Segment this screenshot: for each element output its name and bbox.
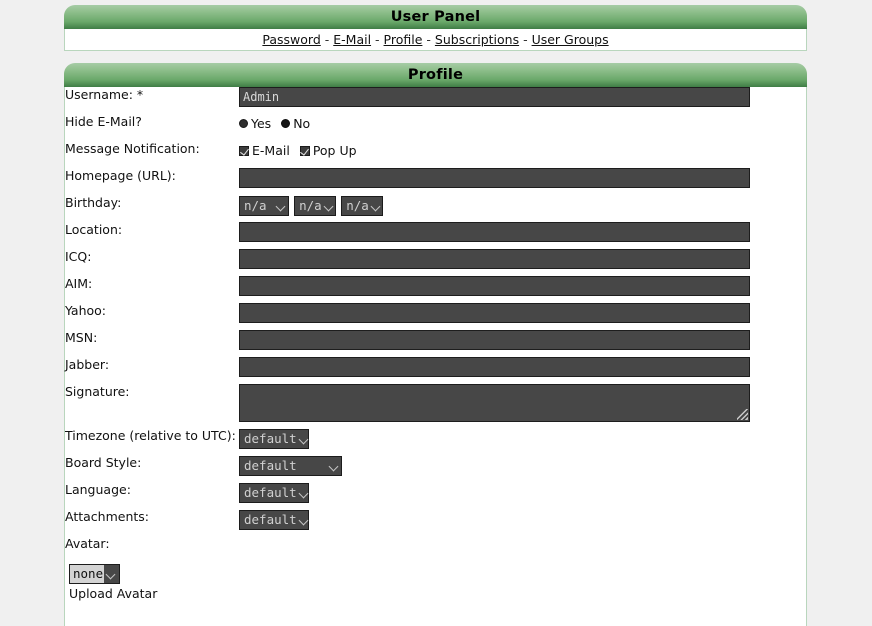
board-style-value: default [244,457,297,475]
board-style-select[interactable]: default [239,456,342,476]
language-select[interactable]: default [239,483,309,503]
jabber-input[interactable] [239,357,750,377]
signature-label: Signature: [65,384,239,428]
birthday-month-value: n/a [299,197,322,215]
timezone-select[interactable]: default [239,429,309,449]
resize-grip-icon[interactable] [737,409,748,420]
profile-panel-title: Profile [64,63,807,87]
icq-label: ICQ: [65,249,239,276]
notify-popup-checkbox[interactable] [300,146,310,156]
nav-separator: - [375,32,380,47]
form-row-aim: AIM: [65,276,806,303]
form-row-message-notification: Message Notification: E-Mail Pop Up [65,141,806,168]
birthday-day-select[interactable]: n/a [239,196,289,216]
aim-label: AIM: [65,276,239,303]
chevron-down-icon [372,201,380,210]
notify-email-label: E-Mail [252,143,290,158]
nav-link-subscriptions[interactable]: Subscriptions [435,32,519,47]
chevron-down-icon [325,201,333,210]
form-row-timezone: Timezone (relative to UTC): default [65,428,806,455]
attachments-label: Attachments: [65,509,239,536]
timezone-label: Timezone (relative to UTC): [65,428,239,455]
form-row-username: Username: * [65,87,806,114]
form-row-location: Location: [65,222,806,249]
message-notification-checkbox-group: E-Mail Pop Up [239,141,806,161]
username-label: Username: * [65,87,239,114]
chevron-down-icon [300,488,306,497]
profile-panel: Profile Username: * Hide E-Mail? Yes No [64,63,807,626]
hide-email-radio-group: Yes No [239,114,806,134]
form-row-msn: MSN: [65,330,806,357]
avatar-value: none [70,565,104,583]
nav-separator: - [523,32,528,47]
attachments-value: default [244,511,297,529]
message-notification-label: Message Notification: [65,141,239,168]
chevron-down-icon [300,515,306,524]
birthday-label: Birthday: [65,195,239,222]
hide-email-yes-label: Yes [251,116,271,131]
icq-input[interactable] [239,249,750,269]
form-row-birthday: Birthday: n/a n/a n/a [65,195,806,222]
homepage-input[interactable] [239,168,750,188]
nav-link-user-groups[interactable]: User Groups [532,32,609,47]
birthday-day-value: n/a [244,197,267,215]
user-panel-nav-links: Password - E-Mail - Profile - Subscripti… [65,29,806,50]
form-row-signature: Signature: [65,384,806,428]
chevron-down-icon [330,461,339,470]
nav-link-password[interactable]: Password [262,32,320,47]
signature-textarea[interactable] [239,384,750,422]
user-panel-nav-body: Password - E-Mail - Profile - Subscripti… [64,29,807,51]
location-input[interactable] [239,222,750,242]
yahoo-label: Yahoo: [65,303,239,330]
birthday-year-value: n/a [346,197,369,215]
hide-email-no-radio[interactable] [281,119,290,128]
username-input[interactable] [239,87,750,107]
language-label: Language: [65,482,239,509]
nav-link-email[interactable]: E-Mail [333,32,371,47]
avatar-select[interactable]: none [69,564,120,584]
form-row-avatar: Avatar: [65,536,806,563]
nav-link-profile[interactable]: Profile [384,32,423,47]
aim-input[interactable] [239,276,750,296]
chevron-down-icon [300,434,306,443]
msn-input[interactable] [239,330,750,350]
form-row-icq: ICQ: [65,249,806,276]
language-value: default [244,484,297,502]
nav-separator: - [426,32,431,47]
user-panel-title: User Panel [64,5,807,29]
avatar-label: Avatar: [65,536,239,563]
user-panel-nav-panel: User Panel Password - E-Mail - Profile -… [64,5,807,51]
hide-email-label: Hide E-Mail? [65,114,239,141]
birthday-year-select[interactable]: n/a [341,196,383,216]
nav-separator: - [325,32,330,47]
notify-popup-label: Pop Up [313,143,357,158]
user-panel-page: User Panel Password - E-Mail - Profile -… [0,0,872,626]
msn-label: MSN: [65,330,239,357]
hide-email-yes-radio[interactable] [239,119,248,128]
board-style-label: Board Style: [65,455,239,482]
timezone-value: default [244,430,297,448]
hide-email-no-label: No [293,116,310,131]
attachments-select[interactable]: default [239,510,309,530]
chevron-down-icon [277,201,286,210]
profile-form: Username: * Hide E-Mail? Yes No [64,87,807,626]
yahoo-input[interactable] [239,303,750,323]
form-row-homepage: Homepage (URL): [65,168,806,195]
form-row-hide-email: Hide E-Mail? Yes No [65,114,806,141]
form-row-attachments: Attachments: default [65,509,806,536]
form-row-yahoo: Yahoo: [65,303,806,330]
form-row-jabber: Jabber: [65,357,806,384]
form-row-board-style: Board Style: default [65,455,806,482]
chevron-down-icon [107,569,116,578]
profile-form-table: Username: * Hide E-Mail? Yes No [65,87,806,603]
upload-avatar-label[interactable]: Upload Avatar [69,585,806,603]
form-row-language: Language: default [65,482,806,509]
form-row-avatar-select: none Upload Avatar [65,563,806,603]
notify-email-checkbox[interactable] [239,146,249,156]
birthday-month-select[interactable]: n/a [294,196,336,216]
location-label: Location: [65,222,239,249]
jabber-label: Jabber: [65,357,239,384]
homepage-label: Homepage (URL): [65,168,239,195]
